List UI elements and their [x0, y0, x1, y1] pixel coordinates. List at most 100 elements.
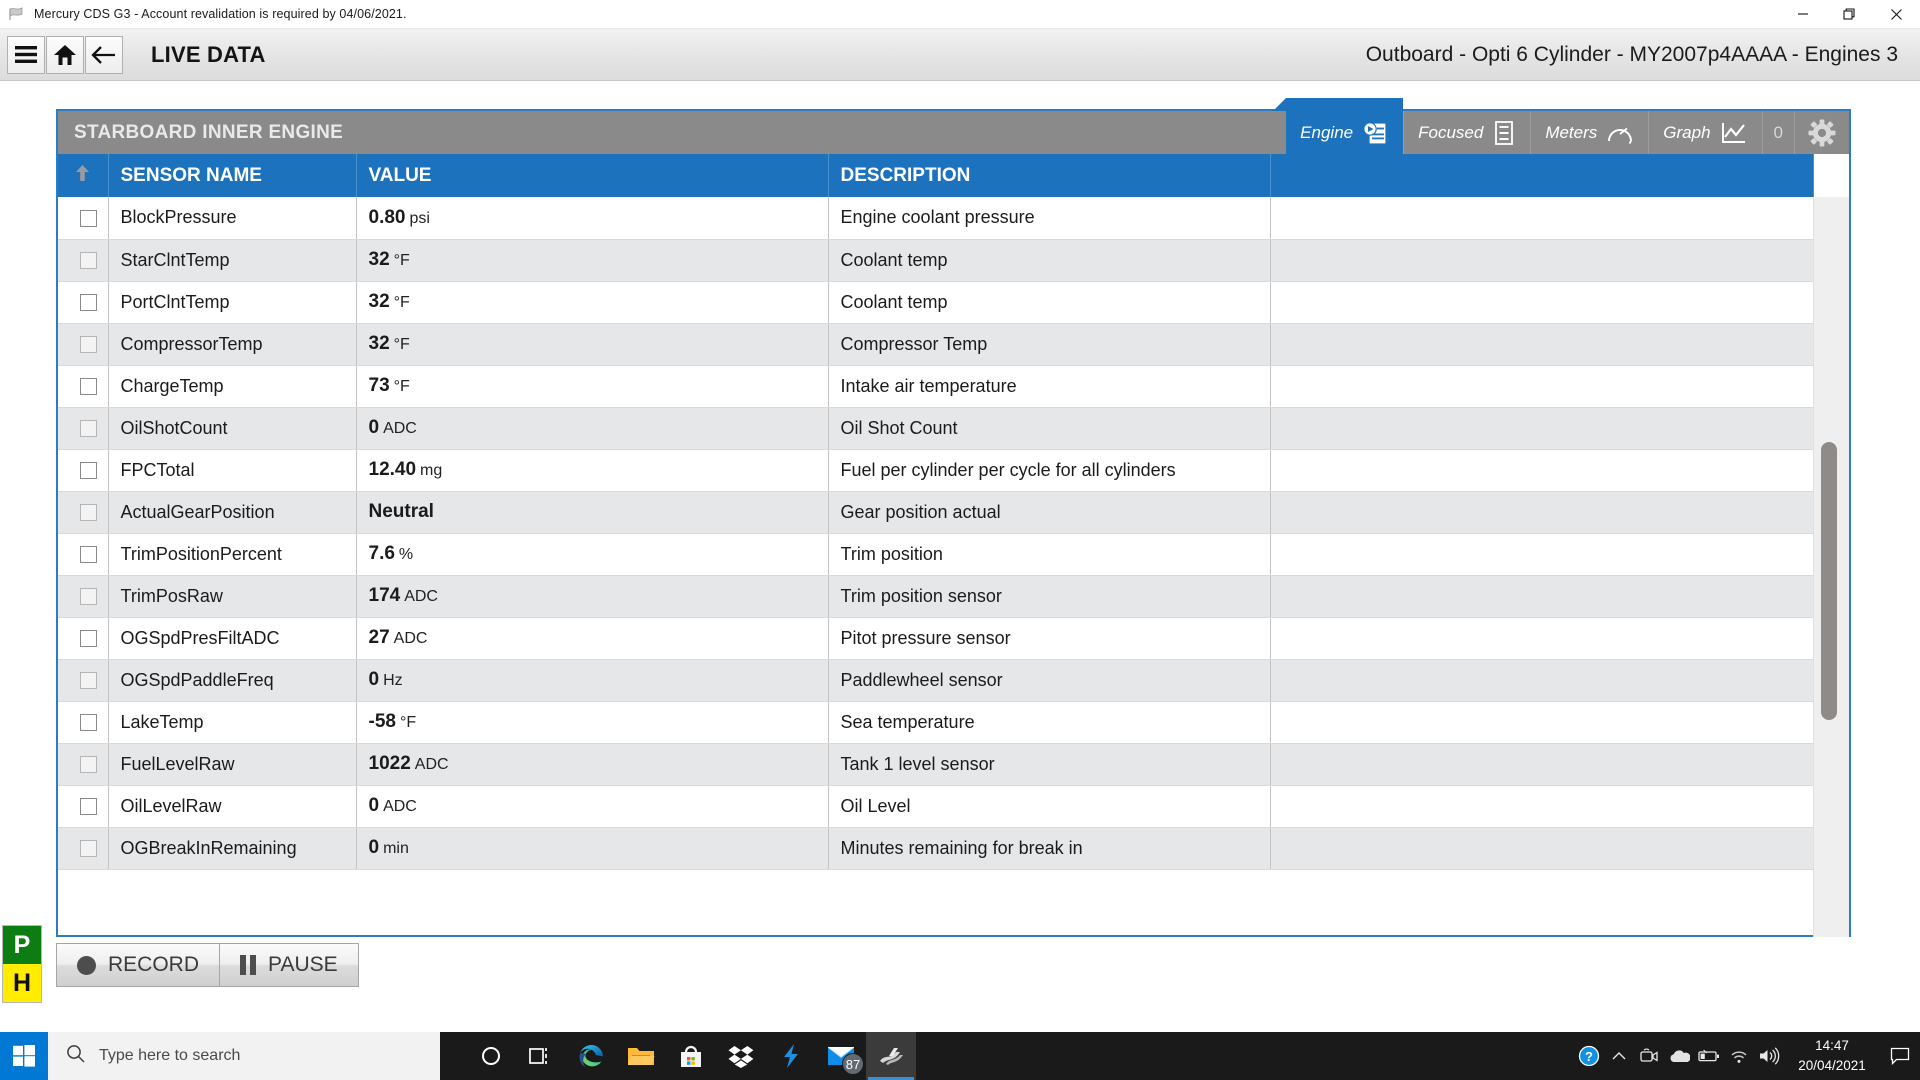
- table-row[interactable]: OilLevelRaw 0 ADC Oil Level: [58, 785, 1814, 828]
- row-checkbox-cell[interactable]: [58, 491, 109, 534]
- back-arrow-icon[interactable]: [85, 35, 123, 74]
- table-row[interactable]: FuelLevelRaw 1022 ADC Tank 1 level sensor: [58, 743, 1814, 786]
- row-checkbox[interactable]: [80, 252, 98, 270]
- table-row[interactable]: OGBreakInRemaining 0 min Minutes remaining …: [58, 827, 1814, 870]
- clock-date: 20/04/2021: [1798, 1058, 1866, 1073]
- row-checkbox-cell[interactable]: [58, 659, 109, 702]
- tab-focused[interactable]: Focused: [1403, 111, 1530, 154]
- row-checkbox[interactable]: [80, 462, 98, 480]
- chevron-up-icon[interactable]: [1604, 1032, 1634, 1080]
- row-checkbox[interactable]: [80, 798, 98, 816]
- row-checkbox[interactable]: [80, 504, 98, 522]
- mercury-cds-icon[interactable]: [866, 1032, 916, 1080]
- search-input[interactable]: Type here to search: [48, 1032, 440, 1080]
- cell-sensor-name: TrimPosRaw: [108, 575, 357, 618]
- row-checkbox-cell[interactable]: [58, 197, 109, 240]
- microsoft-store-icon[interactable]: [666, 1032, 716, 1080]
- table-row[interactable]: PortClntTemp 32 °F Coolant temp: [58, 281, 1814, 324]
- row-checkbox-cell[interactable]: [58, 323, 109, 366]
- table-row[interactable]: OilShotCount 0 ADC Oil Shot Count: [58, 407, 1814, 450]
- row-checkbox-cell[interactable]: [58, 407, 109, 450]
- row-checkbox[interactable]: [80, 378, 98, 396]
- row-checkbox-cell[interactable]: [58, 617, 109, 660]
- row-checkbox-cell[interactable]: [58, 239, 109, 282]
- row-checkbox[interactable]: [80, 630, 98, 648]
- row-checkbox-cell[interactable]: [58, 743, 109, 786]
- table-row[interactable]: TrimPosRaw 174 ADC Trim position sensor: [58, 575, 1814, 618]
- cell-value: 12.40 mg: [356, 449, 829, 492]
- column-header-extra[interactable]: [1270, 154, 1814, 197]
- task-view-icon[interactable]: [516, 1032, 566, 1080]
- table-row[interactable]: ChargeTemp 73 °F Intake air temperature: [58, 365, 1814, 408]
- pause-button[interactable]: PAUSE: [219, 944, 358, 986]
- windows-start-icon[interactable]: [0, 1032, 48, 1080]
- cell-value: 0 ADC: [356, 407, 829, 450]
- home-icon[interactable]: [46, 35, 84, 74]
- battery-icon[interactable]: [1694, 1032, 1724, 1080]
- row-checkbox[interactable]: [80, 672, 98, 690]
- row-checkbox-cell[interactable]: [58, 701, 109, 744]
- column-header-description[interactable]: DESCRIPTION: [828, 154, 1271, 197]
- restore-button[interactable]: [1826, 0, 1873, 29]
- help-circle-icon[interactable]: ?: [1574, 1032, 1604, 1080]
- tab-graph[interactable]: Graph: [1648, 111, 1761, 154]
- wifi-icon[interactable]: [1724, 1032, 1754, 1080]
- edge-browser-icon[interactable]: [566, 1032, 616, 1080]
- row-checkbox[interactable]: [80, 546, 98, 564]
- table-scrollbar[interactable]: [1813, 197, 1849, 937]
- row-checkbox-cell[interactable]: [58, 785, 109, 828]
- table-scrollbar-thumb[interactable]: [1821, 442, 1837, 720]
- row-checkbox-cell[interactable]: [58, 827, 109, 870]
- table-row[interactable]: StarClntTemp 32 °F Coolant temp: [58, 239, 1814, 282]
- gear-icon[interactable]: [1794, 111, 1849, 154]
- row-checkbox-cell[interactable]: [58, 575, 109, 618]
- row-checkbox-cell[interactable]: [58, 449, 109, 492]
- table-row[interactable]: OGSpdPresFiltADC 27 ADC Pitot pressure sens…: [58, 617, 1814, 660]
- status-badge-helm[interactable]: H: [3, 964, 41, 1002]
- tab-meters[interactable]: Meters: [1530, 111, 1648, 154]
- record-button[interactable]: RECORD: [57, 944, 219, 986]
- table-row[interactable]: CompressorTemp 32 °F Compressor Temp: [58, 323, 1814, 366]
- cortana-circle-icon[interactable]: [466, 1032, 516, 1080]
- taskbar-clock[interactable]: 14:47 20/04/2021: [1784, 1032, 1880, 1080]
- camera-icon[interactable]: [1634, 1032, 1664, 1080]
- table-row[interactable]: TrimPositionPercent 7.6% Trim position: [58, 533, 1814, 576]
- row-checkbox-cell[interactable]: [58, 281, 109, 324]
- file-explorer-icon[interactable]: [616, 1032, 666, 1080]
- nav-button-group: [7, 35, 123, 74]
- row-checkbox[interactable]: [80, 210, 98, 227]
- table-row[interactable]: ActualGearPosition Neutral Gear position a…: [58, 491, 1814, 534]
- table-row[interactable]: OGSpdPaddleFreq 0 Hz Paddlewheel sensor: [58, 659, 1814, 702]
- tab-focused-label: Focused: [1418, 122, 1484, 142]
- column-header-value[interactable]: VALUE: [356, 154, 829, 197]
- pause-bars-icon: [240, 955, 257, 975]
- sort-ascending-arrow-icon[interactable]: [74, 164, 91, 188]
- speaker-icon[interactable]: [1754, 1032, 1784, 1080]
- row-checkbox[interactable]: [80, 840, 98, 858]
- row-checkbox[interactable]: [80, 588, 98, 606]
- windows-taskbar: Type here to search 87 ? 14:47 20/04/202…: [0, 1032, 1920, 1080]
- tab-engine[interactable]: Engine: [1273, 98, 1404, 154]
- action-center-icon[interactable]: [1880, 1032, 1920, 1080]
- row-checkbox[interactable]: [80, 756, 98, 774]
- row-checkbox[interactable]: [80, 294, 98, 312]
- table-row[interactable]: BlockPressure 0.80 psi Engine coolant press…: [58, 197, 1814, 240]
- table-row[interactable]: FPCTotal 12.40 mg Fuel per cylinder per cyc…: [58, 449, 1814, 492]
- dropbox-icon[interactable]: [716, 1032, 766, 1080]
- row-checkbox[interactable]: [80, 420, 98, 438]
- hamburger-menu-icon[interactable]: [7, 35, 45, 74]
- close-button[interactable]: [1873, 0, 1920, 29]
- column-header-sensor-name[interactable]: SENSOR NAME: [108, 154, 357, 197]
- row-checkbox[interactable]: [80, 714, 98, 732]
- lightning-bolt-icon[interactable]: [766, 1032, 816, 1080]
- mail-icon[interactable]: 87: [816, 1032, 866, 1080]
- row-checkbox[interactable]: [80, 336, 98, 354]
- status-badge-position[interactable]: P: [3, 926, 41, 964]
- row-checkbox-cell[interactable]: [58, 533, 109, 576]
- table-row[interactable]: LakeTemp -58 °F Sea temperature: [58, 701, 1814, 744]
- select-all-column-header[interactable]: [58, 154, 109, 197]
- minimize-button[interactable]: [1779, 0, 1826, 29]
- onedrive-icon[interactable]: [1664, 1032, 1694, 1080]
- pause-button-label: PAUSE: [268, 953, 338, 976]
- row-checkbox-cell[interactable]: [58, 365, 109, 408]
